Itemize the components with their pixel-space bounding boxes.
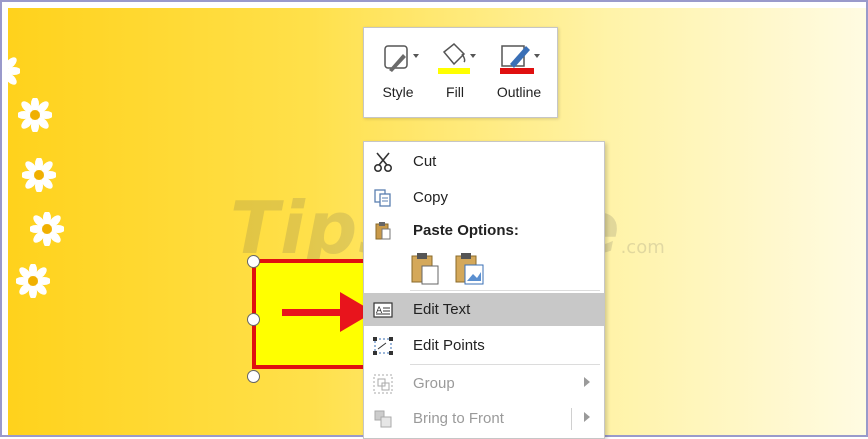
menu-item-edit-points[interactable]: Edit Points <box>364 329 604 362</box>
menu-item-copy[interactable]: Copy <box>364 181 604 214</box>
paste-keep-source-button[interactable] <box>408 250 444 286</box>
clipboard-icon <box>375 222 391 240</box>
menu-separator <box>410 290 600 291</box>
paint-bucket-icon <box>438 42 476 74</box>
split-separator <box>571 408 572 430</box>
watermark-suffix: .com <box>620 237 665 258</box>
edit-points-label: Edit Points <box>413 337 485 354</box>
menu-item-group[interactable]: Group <box>364 367 604 400</box>
fill-button[interactable]: Fill <box>432 28 478 117</box>
resize-handle-bottom-left[interactable] <box>247 370 260 383</box>
pen-outline-icon <box>500 45 540 74</box>
bring-to-front-label: Bring to Front <box>413 410 504 427</box>
daisy-decoration <box>30 212 64 246</box>
style-label: Style <box>382 84 414 100</box>
paste-picture-button[interactable] <box>452 250 488 286</box>
context-menu: Cut Copy Paste Options: A Edit Text Edit… <box>363 141 605 439</box>
resize-handle-left[interactable] <box>247 313 260 326</box>
edit-points-icon <box>373 337 393 355</box>
paste-options-label: Paste Options: <box>413 222 519 239</box>
copy-icon <box>374 189 391 207</box>
submenu-arrow-icon <box>584 377 590 387</box>
outline-label: Outline <box>496 84 542 100</box>
daisy-decoration <box>16 264 50 298</box>
fill-label: Fill <box>446 84 464 100</box>
group-label: Group <box>413 375 455 392</box>
paste-clipboard-icon <box>411 253 439 285</box>
menu-separator <box>410 364 600 365</box>
submenu-arrow-icon[interactable] <box>584 412 590 422</box>
edit-text-icon: A <box>373 302 393 318</box>
daisy-decoration <box>22 158 56 192</box>
bring-to-front-icon <box>374 410 392 428</box>
edit-text-label: Edit Text <box>413 301 471 318</box>
cut-label: Cut <box>413 153 437 170</box>
menu-item-cut[interactable]: Cut <box>364 145 604 178</box>
style-button[interactable]: Style <box>368 28 428 117</box>
menu-item-edit-text[interactable]: A Edit Text <box>364 293 604 326</box>
daisy-decoration <box>8 57 20 85</box>
copy-label: Copy <box>413 189 449 206</box>
outline-button[interactable]: Outline <box>484 28 554 117</box>
paste-options-heading: Paste Options: <box>364 214 604 247</box>
pointer-arrow <box>282 292 374 332</box>
resize-handle-top-left[interactable] <box>247 255 260 268</box>
menu-item-bring-to-front[interactable]: Bring to Front <box>364 402 604 435</box>
paste-picture-icon <box>455 253 484 285</box>
daisy-decoration <box>18 98 52 132</box>
shape-style-icon <box>384 45 419 72</box>
scissors-icon <box>373 152 393 173</box>
group-icon <box>373 374 393 394</box>
mini-toolbar: Style Fill Outline <box>363 27 558 118</box>
